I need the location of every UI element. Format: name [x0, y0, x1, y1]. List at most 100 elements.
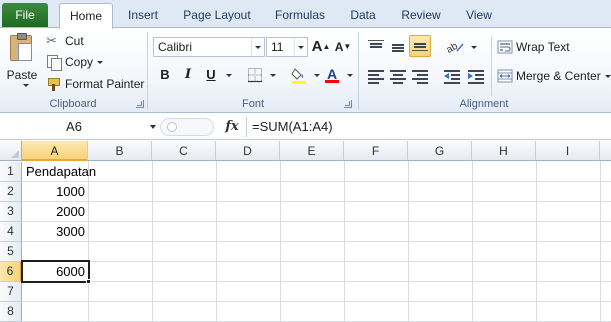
align-bottom-icon: [412, 39, 428, 53]
wrap-text-label: Wrap Text: [516, 40, 570, 54]
tab-formulas[interactable]: Formulas: [266, 4, 334, 28]
cut-button[interactable]: ✂ Cut: [46, 31, 84, 51]
column-header-d[interactable]: D: [216, 141, 280, 161]
worksheet-grid[interactable]: A B C D E F G H I 1 2 3 4 5 6 7 8 Pendap…: [0, 141, 611, 322]
tab-home[interactable]: Home: [59, 3, 113, 29]
column-header-f[interactable]: F: [344, 141, 408, 161]
column-header-c[interactable]: C: [152, 141, 216, 161]
grow-font-button[interactable]: A▲: [311, 37, 331, 57]
orientation-dropdown-icon[interactable]: [471, 46, 477, 49]
underline-dropdown-icon[interactable]: [226, 74, 232, 77]
copy-icon: [46, 54, 62, 71]
column-header-a[interactable]: A: [22, 141, 88, 161]
cell-a3[interactable]: 2000: [23, 202, 88, 222]
fill-handle[interactable]: [86, 279, 91, 284]
underline-button[interactable]: U: [201, 65, 221, 85]
name-box-value: A6: [66, 119, 82, 134]
row-header-1[interactable]: 1: [0, 162, 22, 182]
paste-dropdown-icon[interactable]: [23, 84, 29, 87]
cut-label: Cut: [65, 34, 84, 48]
column-header-partial[interactable]: [600, 141, 611, 161]
tab-review[interactable]: Review: [392, 4, 450, 28]
increase-indent-icon[interactable]: [468, 70, 484, 84]
tab-insert[interactable]: Insert: [118, 4, 168, 28]
column-header-e[interactable]: E: [280, 141, 344, 161]
ribbon-tab-bar: File Home Insert Page Layout Formulas Da…: [0, 0, 611, 29]
decrease-indent-icon[interactable]: [444, 70, 460, 84]
cell-a2[interactable]: 1000: [23, 182, 88, 202]
cell-a1[interactable]: Pendapatan: [23, 162, 143, 182]
font-color-dropdown-icon[interactable]: [347, 74, 353, 77]
font-name-dropdown-icon[interactable]: [251, 38, 264, 56]
row-header-6[interactable]: 6: [0, 262, 22, 282]
column-header-b[interactable]: B: [88, 141, 152, 161]
align-center-icon[interactable]: [390, 70, 406, 84]
borders-dropdown-icon[interactable]: [270, 74, 276, 77]
tab-view[interactable]: View: [457, 4, 501, 28]
align-left-icon[interactable]: [368, 70, 384, 84]
tab-file[interactable]: File: [2, 3, 48, 27]
borders-button[interactable]: [245, 65, 265, 85]
insert-function-icon[interactable]: fx: [222, 117, 242, 137]
column-header-g[interactable]: G: [408, 141, 472, 161]
font-color-button[interactable]: A: [322, 64, 342, 84]
name-box-dropdown-icon[interactable]: [150, 125, 156, 129]
grid-line: [22, 261, 611, 262]
format-painter-button[interactable]: Format Painter: [46, 74, 144, 94]
select-all-button[interactable]: [0, 141, 22, 161]
tab-page-layout[interactable]: Page Layout: [175, 4, 259, 28]
shrink-font-button[interactable]: A▼: [333, 37, 353, 57]
alignment-group-label: Alignment: [459, 98, 509, 110]
format-painter-label: Format Painter: [65, 77, 145, 91]
row-header-4[interactable]: 4: [0, 222, 22, 242]
font-size-dropdown-icon[interactable]: [294, 38, 307, 56]
fill-color-button[interactable]: [289, 65, 309, 85]
cell-a4[interactable]: 3000: [23, 222, 88, 242]
orientation-icon: ab: [445, 41, 464, 56]
scissors-icon: ✂: [46, 33, 57, 48]
row-header-2[interactable]: 2: [0, 182, 22, 202]
grid-line: [22, 201, 611, 202]
orientation-button[interactable]: ab: [445, 39, 468, 56]
svg-text:ab: ab: [446, 41, 460, 55]
borders-icon: [248, 68, 262, 83]
merge-center-dropdown-icon[interactable]: [604, 74, 611, 78]
italic-button[interactable]: I: [178, 65, 198, 85]
font-color-swatch: [325, 80, 339, 83]
font-name-value: Calibri: [158, 40, 193, 54]
row-header-7[interactable]: 7: [0, 282, 22, 302]
copy-dropdown-icon[interactable]: [97, 60, 104, 64]
paste-button[interactable]: Paste: [4, 32, 40, 94]
column-header-i[interactable]: I: [536, 141, 600, 161]
merge-center-button[interactable]: Merge & Center: [497, 66, 611, 86]
grid-line: [22, 281, 611, 282]
merge-center-label: Merge & Center: [516, 69, 601, 83]
expand-icon: [167, 122, 177, 132]
formula-bar-resize-handle[interactable]: [160, 118, 214, 136]
font-launcher-icon[interactable]: [344, 100, 352, 108]
fill-color-dropdown-icon[interactable]: [314, 74, 320, 77]
font-name-select[interactable]: Calibri: [153, 37, 265, 57]
clipboard-launcher-icon[interactable]: [136, 100, 144, 108]
active-cell-border: [21, 260, 90, 283]
column-header-h[interactable]: H: [472, 141, 536, 161]
align-top-icon[interactable]: [368, 40, 384, 54]
format-painter-icon: [46, 76, 62, 92]
tab-data[interactable]: Data: [341, 4, 385, 28]
row-header-8[interactable]: 8: [0, 302, 22, 322]
row-header-5[interactable]: 5: [0, 242, 22, 262]
fill-color-swatch: [292, 81, 306, 84]
ribbon-home: Paste ✂ Cut Copy Format Painter Clipboar…: [0, 28, 611, 113]
wrap-text-button[interactable]: Wrap Text: [497, 37, 570, 57]
wrap-text-icon: [497, 39, 513, 55]
formula-input[interactable]: =SUM(A1:A4): [246, 117, 611, 137]
font-size-select[interactable]: 11: [266, 37, 308, 57]
group-divider: [491, 36, 492, 96]
align-bottom-button[interactable]: [409, 35, 431, 57]
name-box[interactable]: A6: [2, 117, 158, 137]
bold-button[interactable]: B: [155, 65, 175, 85]
align-middle-icon[interactable]: [390, 40, 406, 54]
row-header-3[interactable]: 3: [0, 202, 22, 222]
align-right-icon[interactable]: [412, 70, 428, 84]
copy-button[interactable]: Copy: [46, 52, 104, 72]
